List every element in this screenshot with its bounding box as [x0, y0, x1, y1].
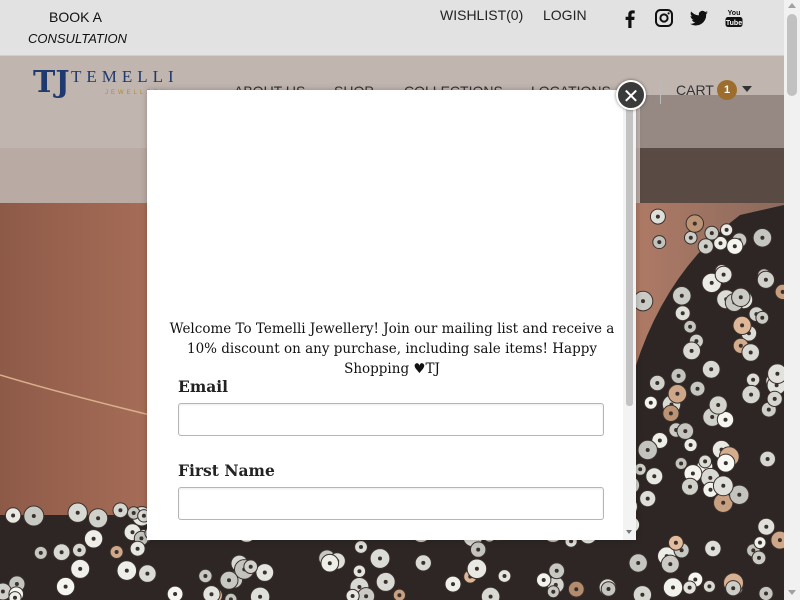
book-consultation-link[interactable]: BOOK A CONSULTATION	[28, 6, 127, 50]
svg-text:Tube: Tube	[726, 20, 742, 27]
page-scrollbar[interactable]	[784, 0, 800, 600]
nav-divider	[660, 82, 661, 104]
newsletter-modal: Welcome To Temelli Jewellery! Join our m…	[147, 90, 636, 540]
modal-content: Welcome To Temelli Jewellery! Join our m…	[147, 90, 623, 540]
email-label: Email	[178, 377, 229, 396]
twitter-icon[interactable]	[689, 8, 709, 28]
login-link[interactable]: LOGIN	[543, 7, 587, 23]
scroll-up-arrow-icon[interactable]	[788, 3, 796, 8]
facebook-icon[interactable]	[620, 8, 640, 28]
modal-scroll-down-icon[interactable]	[626, 530, 632, 534]
svg-text:You: You	[728, 10, 741, 17]
welcome-message: Welcome To Temelli Jewellery! Join our m…	[169, 321, 615, 377]
cart-link[interactable]: CART	[676, 82, 714, 98]
first-name-field[interactable]	[178, 487, 604, 520]
modal-scroll-thumb[interactable]	[626, 98, 633, 406]
cart-count-badge[interactable]: 1	[717, 80, 737, 100]
close-modal-button[interactable]: ✕	[616, 80, 646, 110]
svg-text:ΤJ: ΤJ	[33, 65, 70, 100]
page-scroll-thumb[interactable]	[787, 14, 797, 96]
wishlist-link[interactable]: WISHLIST(0)	[440, 7, 523, 23]
book-line2: CONSULTATION	[28, 31, 127, 46]
logo-name: TEMELLI	[71, 67, 179, 86]
top-utility-bar: BOOK A CONSULTATION WISHLIST(0) LOGIN Yo…	[0, 0, 784, 56]
scroll-down-arrow-icon[interactable]	[788, 590, 796, 595]
modal-scrollbar[interactable]	[623, 90, 636, 540]
cart-dropdown-icon[interactable]	[742, 86, 752, 92]
email-field[interactable]	[178, 403, 604, 436]
book-line1: BOOK A	[49, 9, 102, 25]
youtube-icon[interactable]: You Tube	[724, 8, 744, 28]
instagram-icon[interactable]	[654, 8, 674, 28]
first-name-label: First Name	[178, 461, 275, 480]
